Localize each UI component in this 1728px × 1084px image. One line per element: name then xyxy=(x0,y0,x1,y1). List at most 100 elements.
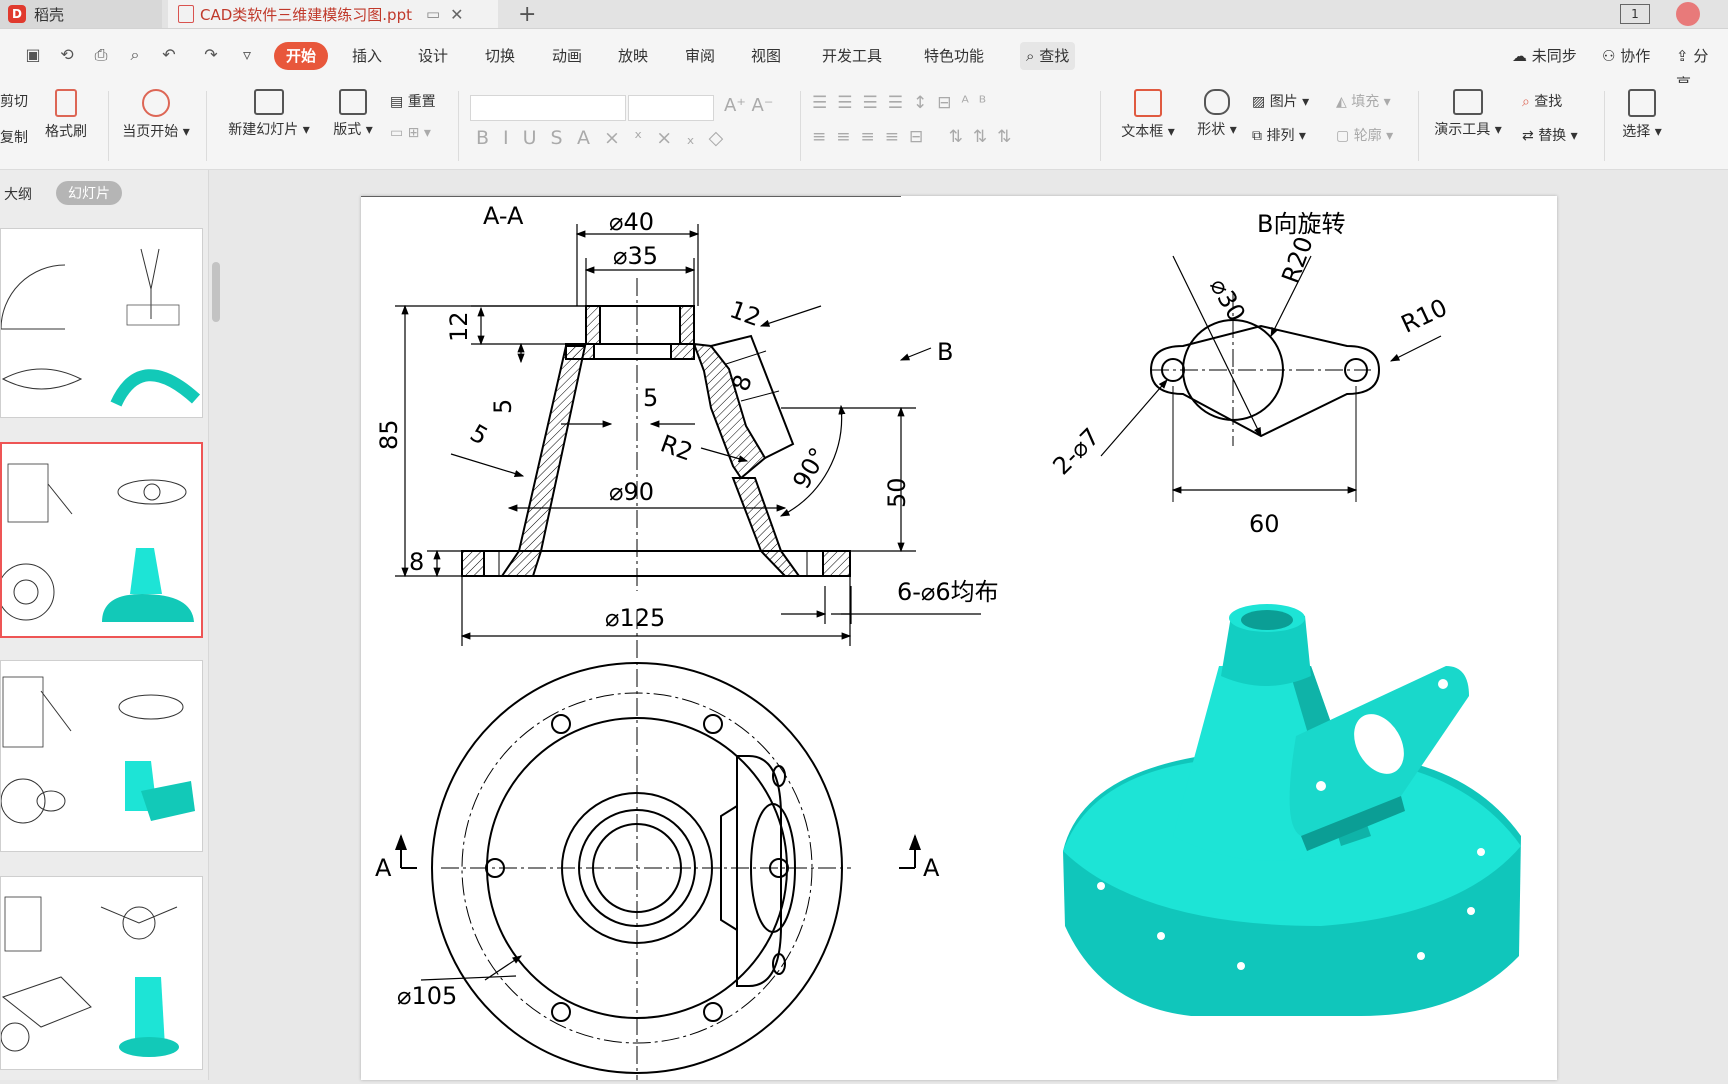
section-title: A-A xyxy=(483,202,524,230)
fill-icon: ◭ xyxy=(1336,94,1352,110)
dim-d125: ⌀125 xyxy=(605,604,665,632)
search-icon: ⌕ xyxy=(1026,47,1035,65)
dim-h5c: 5 xyxy=(465,419,492,451)
menu-view[interactable]: 视图 xyxy=(745,42,787,70)
outline-label: 轮廓 xyxy=(1353,128,1382,144)
dim-h5b: 5 xyxy=(643,384,658,412)
font-grow-icon[interactable]: A⁺ A⁻ xyxy=(724,95,773,116)
menu-developer[interactable]: 开发工具 xyxy=(816,42,888,70)
undo-history-icon[interactable]: ⟲ xyxy=(56,44,78,66)
cut-label: 剪切 xyxy=(0,94,28,110)
arrange-button[interactable]: ⧉ 排列 ▾ xyxy=(1252,125,1306,145)
menu-design[interactable]: 设计 xyxy=(412,42,454,70)
slide-thumbnail-preview xyxy=(1,248,201,407)
text-box-button[interactable]: 文本框 ▾ xyxy=(1116,89,1180,141)
new-slide-icon xyxy=(254,89,284,115)
play-from-current-button[interactable]: 当页开始 ▾ xyxy=(118,89,194,141)
menu-review[interactable]: 审阅 xyxy=(679,42,721,70)
text-box-label: 文本框 xyxy=(1121,124,1164,140)
menu-transition[interactable]: 切换 xyxy=(479,42,521,70)
customize-dropdown-icon[interactable]: ▿ xyxy=(236,44,258,66)
format-painter-button[interactable]: 格式刷 xyxy=(40,89,92,141)
menu-start[interactable]: 开始 xyxy=(274,42,329,70)
ribbon-toolbar: 剪切 复制 格式刷 当页开始 ▾ 新建幻灯片 ▾ 版式 ▾ ▤ 重置 ▭ ⊞ ▾… xyxy=(0,83,1728,170)
slide-thumbnail-active[interactable] xyxy=(0,442,203,638)
font-size-select[interactable] xyxy=(628,95,714,121)
collaborate-label: 协作 xyxy=(1620,47,1651,65)
tab-document[interactable]: CAD类软件三维建模练习图.ppt ▭ ✕ xyxy=(168,0,498,28)
sync-status[interactable]: ☁ 未同步 xyxy=(1506,42,1583,70)
pin-icon[interactable]: ▭ xyxy=(426,5,440,23)
font-family-select[interactable] xyxy=(470,95,626,121)
divider xyxy=(1604,91,1605,161)
shape-icon xyxy=(1204,89,1230,115)
divider xyxy=(206,91,207,161)
dim-d90: ⌀90 xyxy=(609,478,654,506)
scrollbar[interactable] xyxy=(212,262,220,322)
avatar[interactable] xyxy=(1676,2,1700,26)
cut-button[interactable]: 剪切 xyxy=(0,91,28,111)
section-marker-a-left: A xyxy=(375,854,392,882)
undo-icon[interactable]: ↶ xyxy=(158,44,180,66)
new-slide-button[interactable]: 新建幻灯片 ▾ xyxy=(222,89,316,139)
tab-home[interactable]: D 稻壳 xyxy=(0,0,162,28)
collaborate-button[interactable]: ⚇ 协作 xyxy=(1596,42,1656,70)
outline-button[interactable]: ▢ 轮廓 ▾ xyxy=(1336,125,1393,145)
arrange-label: 排列 xyxy=(1266,128,1295,144)
dim-h8: 8 xyxy=(409,548,424,576)
reset-button[interactable]: ▤ 重置 xyxy=(390,91,436,111)
divider xyxy=(1418,91,1419,161)
slide-thumbnail-preview xyxy=(1,896,179,1057)
new-tab-button[interactable]: + xyxy=(518,0,536,28)
cad-drawing: A-A ⌀40 ⌀35 12 85 5 5 5 8 8 12 R2 90° 50… xyxy=(361,195,1521,1080)
font-style-buttons[interactable]: BIUSA×ˣ×ₓ◇ xyxy=(476,127,737,149)
new-slide-label: 新建幻灯片 xyxy=(228,122,299,138)
replace-icon: ⇄ xyxy=(1522,128,1539,144)
window-count-icon[interactable]: 1 xyxy=(1620,4,1650,24)
divider xyxy=(800,91,801,161)
tab-document-label: CAD类软件三维建模练习图.ppt xyxy=(200,5,412,24)
share-button[interactable]: ⇪ 分享 xyxy=(1670,42,1728,93)
close-icon[interactable]: ✕ xyxy=(450,5,463,24)
redo-icon[interactable]: ↷ xyxy=(200,44,222,66)
fill-label: 填充 xyxy=(1351,94,1380,110)
slides-tab[interactable]: 幻灯片 xyxy=(56,181,122,205)
outline-tab[interactable]: 大纲 xyxy=(4,184,32,204)
save-icon[interactable]: ▣ xyxy=(22,44,44,66)
ppt-file-icon xyxy=(178,5,194,23)
fill-button[interactable]: ◭ 填充 ▾ xyxy=(1336,91,1391,111)
layout-label: 版式 xyxy=(333,122,362,138)
menu-slideshow[interactable]: 放映 xyxy=(612,42,654,70)
slide-thumbnail[interactable] xyxy=(0,228,203,418)
copy-label: 复制 xyxy=(0,130,28,146)
format-painter-icon xyxy=(55,89,77,117)
picture-button[interactable]: ▨ 图片 ▾ xyxy=(1252,91,1309,111)
paragraph-list-buttons[interactable]: ☰☰☰☰↕⊟ᴬᴮ xyxy=(812,93,996,113)
dim-a90: 90° xyxy=(787,443,833,494)
menu-insert[interactable]: 插入 xyxy=(346,42,388,70)
view-title: B向旋转 xyxy=(1257,210,1345,238)
dim-d30: ⌀30 xyxy=(1204,273,1251,326)
slide-thumbnail[interactable] xyxy=(0,660,203,852)
section-button[interactable]: ▭ ⊞ ▾ xyxy=(390,125,431,141)
layout-button[interactable]: 版式 ▾ xyxy=(330,89,376,139)
find-icon: ⌕ xyxy=(1522,94,1535,110)
select-label: 选择 xyxy=(1622,124,1651,140)
select-button[interactable]: 选择 ▾ xyxy=(1616,89,1668,141)
divider xyxy=(1100,91,1101,161)
reset-label: 重置 xyxy=(407,94,436,110)
search-button[interactable]: ⌕ 查找 xyxy=(1020,42,1076,70)
copy-button[interactable]: 复制 xyxy=(0,127,28,147)
print-preview-icon[interactable]: ⌕ xyxy=(124,44,146,66)
slide-thumbnail[interactable] xyxy=(0,876,203,1070)
menu-special[interactable]: 特色功能 xyxy=(918,42,990,70)
replace-button[interactable]: ⇄ 替换 ▾ xyxy=(1522,125,1578,145)
b-rotated-view xyxy=(1100,255,1442,502)
shape-button[interactable]: 形状 ▾ xyxy=(1192,89,1242,139)
print-icon[interactable]: ⎙ xyxy=(90,44,112,66)
find-button[interactable]: ⌕ 查找 xyxy=(1522,91,1562,111)
present-tools-button[interactable]: 演示工具 ▾ xyxy=(1428,89,1508,139)
paragraph-align-buttons[interactable]: ≡≡≡≡⊟ ⇅⇅⇅ xyxy=(812,127,1021,147)
menu-animation[interactable]: 动画 xyxy=(546,42,588,70)
slide-canvas[interactable]: A-A ⌀40 ⌀35 12 85 5 5 5 8 8 12 R2 90° 50… xyxy=(361,195,1557,1080)
